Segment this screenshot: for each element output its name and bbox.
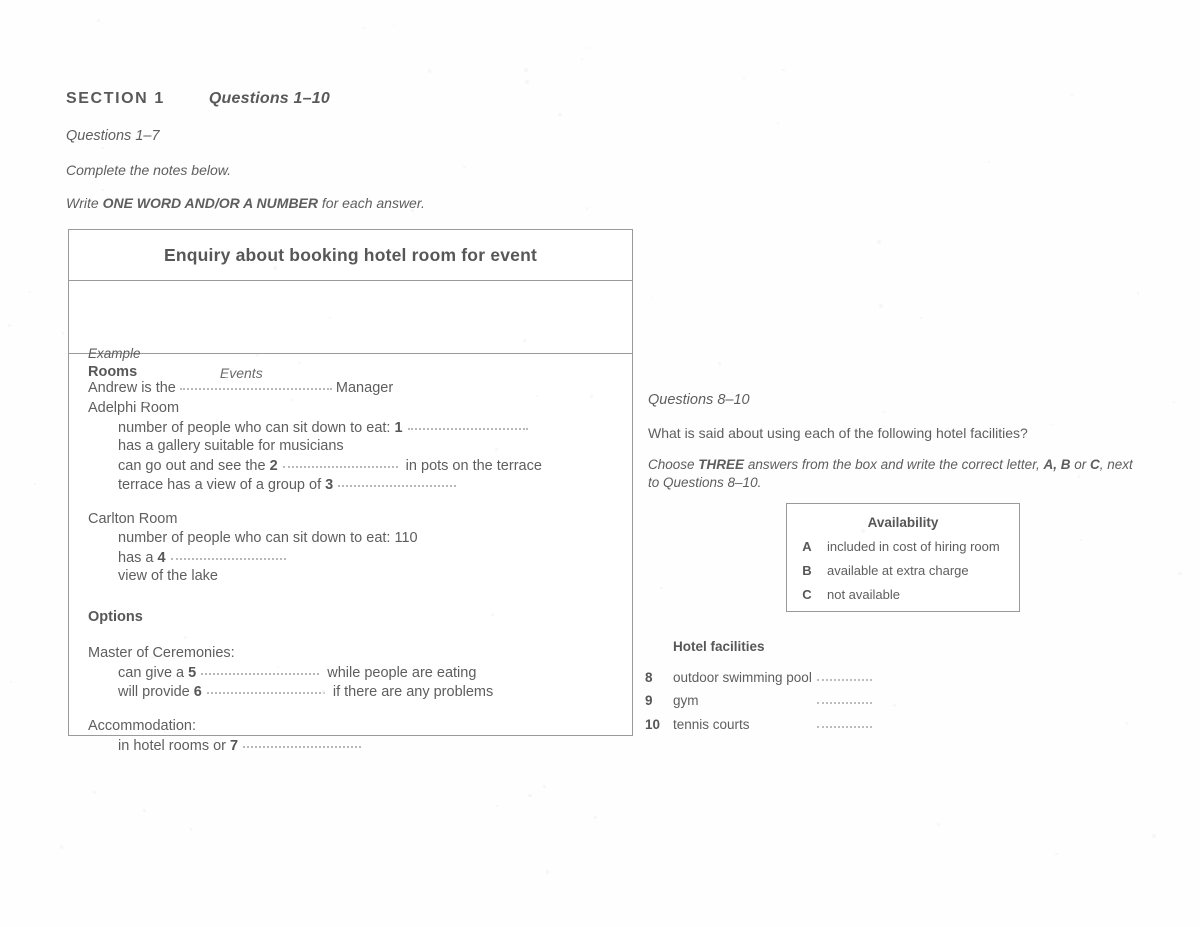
document-page: SECTION 1 Questions 1–10 Questions 1–7 Co… [0,0,1200,927]
availability-options-box: Availability Aincluded in cost of hiring… [786,503,1020,612]
notes-line-text: in hotel rooms or [118,738,231,754]
availability-option-A: Aincluded in cost of hiring room [787,539,1019,554]
notes-title: Enquiry about booking hotel room for eve… [164,244,537,265]
questions-8-10-heading: Questions 8–10 [648,392,750,408]
instruction-write-suffix: for each answer. [318,195,425,211]
availability-box-title: Availability [867,515,939,530]
facility-question-number: 8 [645,670,653,685]
question-number-2: 2 [269,458,278,474]
notes-completion-box: Enquiry about booking hotel room for eve… [68,229,633,754]
notes-line: view of the lake [118,568,218,584]
notes-line-text: has a gallery suitable for musicians [118,438,344,454]
answer-dotted-line-4[interactable] [170,549,286,560]
availability-option-letter: C [802,587,812,602]
notes-line-text: has a [118,550,158,566]
instr-part3: or [1070,457,1090,472]
notes-title-row: Enquiry about booking hotel room for eve… [69,230,632,281]
answer-dotted-line-5[interactable] [201,664,320,675]
question-number-7: 7 [230,738,239,754]
availability-option-text: available at extra charge [827,563,969,578]
facility-question-number: 10 [645,717,661,732]
instr-part1: Choose [648,457,699,472]
questions-8-10-instruction: Choose THREE answers from the box and wr… [648,456,1143,492]
notes-line: has a gallery suitable for musicians [118,438,344,454]
answer-dotted-line-3[interactable] [338,476,457,487]
notes-line-text-after: if there are any problems [328,684,494,700]
hotel-facilities-heading: Hotel facilities [673,639,765,654]
notes-group-heading: Rooms [88,364,138,380]
example-row: Example Andrew is the Events Manager [69,281,632,396]
notes-line-text: terrace has a view of a group of [118,477,326,493]
notes-line-text-after: in pots on the terrace [401,458,542,474]
availability-option-text: not available [827,587,900,602]
notes-line-text: view of the lake [118,568,218,584]
notes-subgroup-name: Accommodation: [88,718,196,734]
instruction-write-prefix: Write [66,195,103,211]
notes-line: can go out and see the 2 in pots on the … [118,457,542,474]
facility-answer-line-8[interactable] [817,670,872,681]
example-label: Example [88,346,141,361]
answer-dotted-line-2[interactable] [282,457,398,468]
example-text-after: Manager [331,380,394,396]
questions-8-10-prompt: What is said about using each of the fol… [648,425,1028,441]
question-number-3: 3 [325,477,334,493]
facility-row-8: 8 outdoor swimming pool [645,670,945,685]
notes-line: in hotel rooms or 7 [118,737,365,754]
availability-option-B: Bavailable at extra charge [787,563,1019,578]
notes-line-text: number of people who can sit down to eat… [118,420,395,436]
availability-option-letter: A [802,539,812,554]
notes-line: has a 4 [118,549,290,566]
section-heading: SECTION 1 Questions 1–10 [66,90,330,108]
answer-dotted-line-6[interactable] [206,683,325,694]
notes-line-text: can go out and see the [118,458,270,474]
question-number-5: 5 [188,665,197,681]
facility-question-number: 9 [645,693,653,708]
instr-bold-ab: A, B [1043,457,1071,472]
notes-subgroup-name: Adelphi Room [88,400,180,416]
example-answer-text: Events [219,365,263,381]
facility-name: outdoor swimming pool [673,670,812,685]
questions-1-7-heading: Questions 1–7 [66,128,160,144]
notes-line-text-after: while people are eating [323,665,477,681]
facility-row-10: 10 tennis courts [645,717,945,732]
facility-name: gym [673,693,699,708]
section-label: SECTION 1 [66,90,165,107]
answer-dotted-line-7[interactable] [243,737,362,748]
availability-option-text: included in cost of hiring room [827,539,1000,554]
example-text-before: Andrew is the [88,380,180,396]
availability-options-list: Aincluded in cost of hiring room Bavailab… [787,539,1019,602]
instruction-write-answer: Write ONE WORD AND/OR A NUMBER for each … [66,195,425,211]
notes-line-text: number of people who can sit down to eat… [118,530,418,546]
instr-bold-c: C [1089,457,1100,472]
facility-answer-line-9[interactable] [817,693,872,704]
notes-line: number of people who can sit down to eat… [118,530,418,546]
instruction-complete-notes: Complete the notes below. [66,162,231,178]
notes-line-text: can give a [118,665,189,681]
example-sentence: Andrew is the Events Manager [88,365,394,396]
notes-group-heading: Options [88,609,143,625]
availability-option-C: Cnot available [787,587,1019,602]
instr-part2: answers from the box and write the corre… [744,457,1044,472]
facility-name: tennis courts [673,717,750,732]
notes-line-text: will provide [118,684,194,700]
notes-subgroup-name: Carlton Room [88,511,178,527]
notes-line: number of people who can sit down to eat… [118,419,532,436]
facility-answer-line-10[interactable] [817,717,872,728]
question-number-6: 6 [193,684,202,700]
facility-row-9: 9 gym [645,693,945,708]
example-answer-slot: Events [179,365,332,396]
notes-subgroup-name: Master of Ceremonies: [88,645,235,661]
notes-line: will provide 6 if there are any problems [118,683,493,700]
answer-dotted-line-1[interactable] [407,419,528,430]
question-number-1: 1 [394,420,403,436]
instr-bold-three: THREE [698,457,745,472]
notes-line: can give a 5 while people are eating [118,664,476,681]
instruction-write-emphasis: ONE WORD AND/OR A NUMBER [102,195,318,211]
availability-option-letter: B [802,563,812,578]
notes-line: terrace has a view of a group of 3 [118,476,460,493]
question-number-4: 4 [157,550,166,566]
section-question-range: Questions 1–10 [208,90,330,107]
